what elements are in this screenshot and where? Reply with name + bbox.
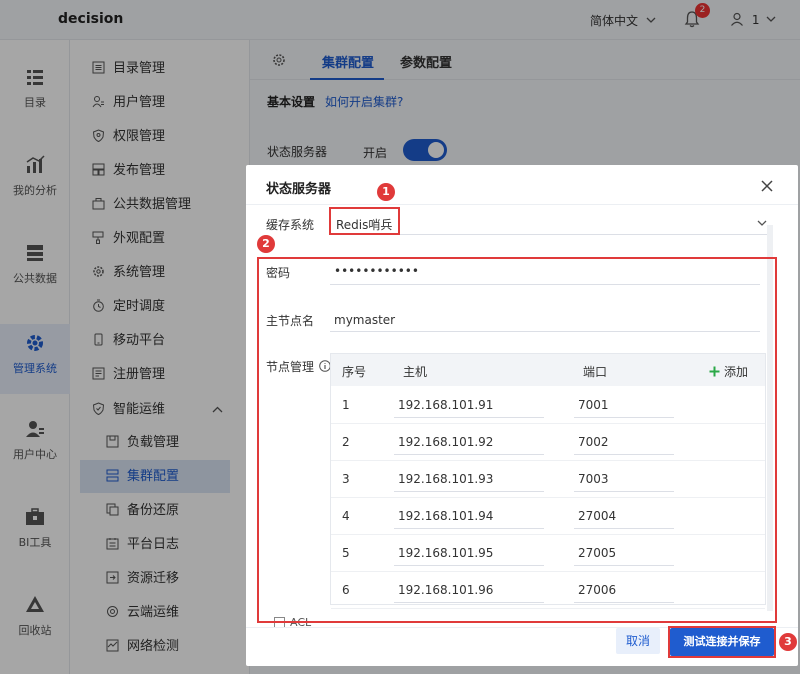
cache-system-label: 缓存系统: [266, 218, 315, 232]
chevron-down-icon: [757, 220, 767, 226]
annotation-box-save: [668, 626, 776, 658]
dialog-divider: [246, 204, 798, 205]
annotation-box-cache: [329, 207, 400, 235]
annotation-number-3: 3: [779, 633, 797, 651]
cancel-button[interactable]: 取消: [616, 628, 660, 654]
close-icon[interactable]: [759, 178, 775, 194]
annotation-number-2: 2: [257, 235, 275, 253]
dialog-title: 状态服务器: [266, 182, 332, 197]
annotation-box-fields: [257, 257, 777, 623]
annotation-number-1: 1: [377, 183, 395, 201]
